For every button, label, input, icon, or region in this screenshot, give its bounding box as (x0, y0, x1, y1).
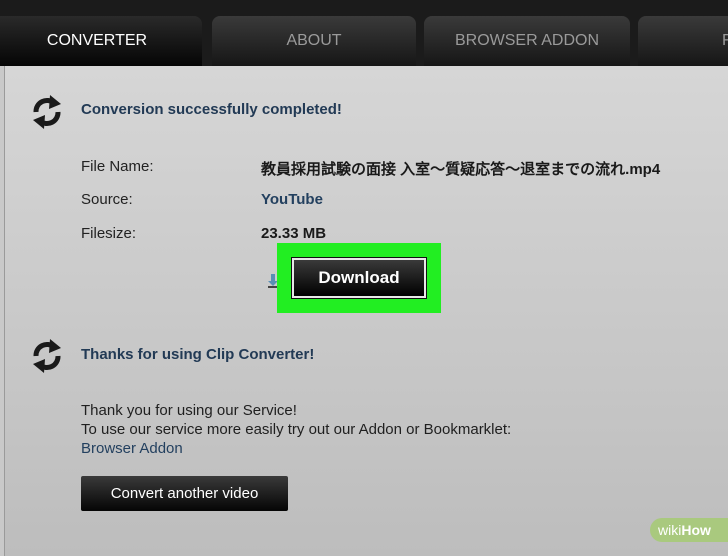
watermark-wiki: wiki (658, 522, 682, 538)
refresh-arrows-icon (30, 336, 64, 376)
source-value[interactable]: YouTube (261, 191, 323, 208)
filesize-value: 23.33 MB (261, 225, 327, 242)
tab-converter[interactable]: CONVERTER (0, 16, 202, 66)
filesize-label: Filesize: (81, 225, 137, 242)
source-label: Source: (81, 191, 133, 208)
file-name-label: File Name: (81, 158, 154, 175)
wikihow-watermark: wiki How (650, 518, 728, 542)
watermark-how: How (681, 522, 711, 538)
refresh-arrows-icon (30, 92, 64, 132)
conversion-heading: Conversion successfully completed! (81, 101, 342, 118)
thanks-line-2: To use our service more easily try out o… (81, 421, 512, 438)
tab-bar: CONVERTER ABOUT BROWSER ADDON F (0, 0, 728, 66)
tab-partial[interactable]: F (638, 16, 728, 66)
file-name-value: 教員採用試験の面接 入室〜質疑応答〜退室までの流れ.mp4 (261, 161, 661, 178)
tab-browser-addon[interactable]: BROWSER ADDON (424, 16, 630, 66)
browser-addon-link[interactable]: Browser Addon (81, 440, 183, 457)
thanks-line-1: Thank you for using our Service! (81, 402, 297, 419)
download-button[interactable]: Download (292, 258, 426, 298)
thanks-heading: Thanks for using Clip Converter! (81, 346, 315, 363)
convert-another-button[interactable]: Convert another video (81, 476, 288, 511)
tab-about[interactable]: ABOUT (212, 16, 416, 66)
